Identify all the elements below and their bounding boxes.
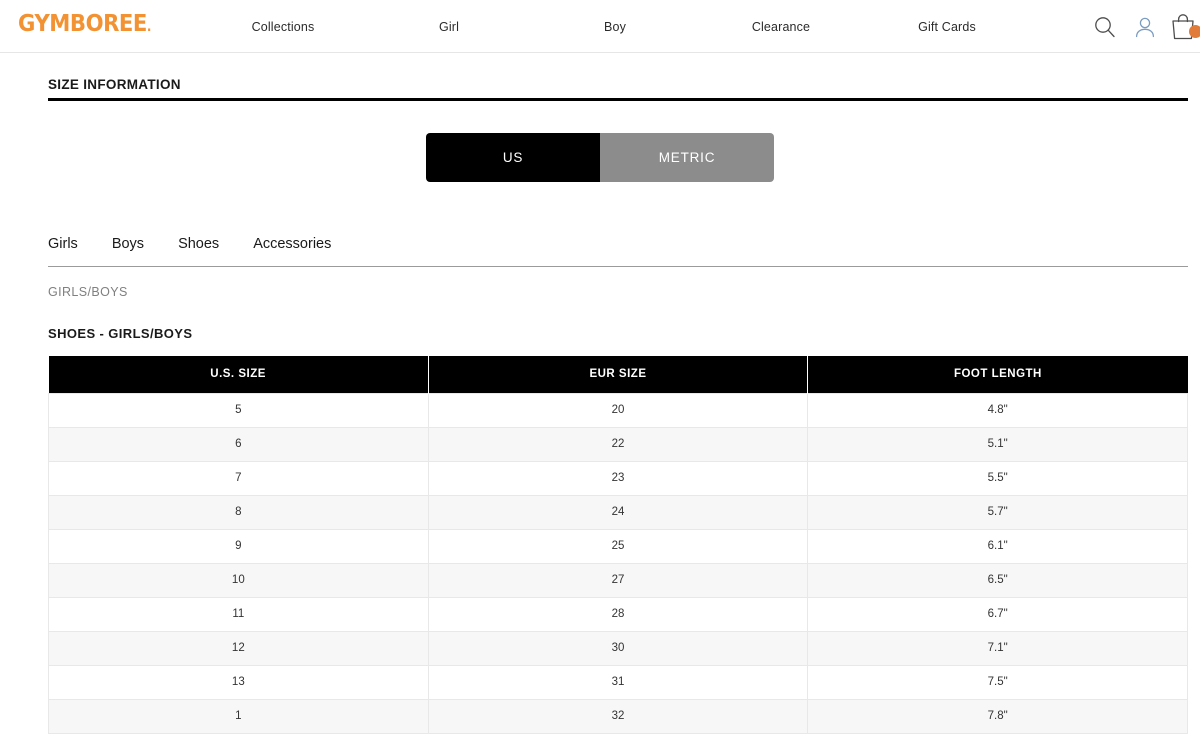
table-cell: 7.8" bbox=[807, 698, 1188, 734]
main-navigation: Collections Girl Boy Clearance Gift Card… bbox=[200, 0, 1030, 53]
search-icon[interactable] bbox=[1090, 12, 1120, 42]
table-cell: 13 bbox=[48, 664, 429, 700]
column-header-foot-length: FOOT LENGTH bbox=[807, 356, 1188, 393]
table-row: 8 24 5.7" bbox=[48, 494, 1188, 530]
size-chart-table-head: U.S. SIZE EUR SIZE FOOT LENGTH bbox=[48, 356, 1188, 393]
nav-item-collections[interactable]: Collections bbox=[200, 20, 366, 34]
size-chart-table-body: 5 20 4.8" 6 22 5.1" 7 23 5.5" 8 24 5.7" 9 25 6.1" 10 27 6… bbox=[48, 392, 1188, 734]
table-cell: 6.5" bbox=[807, 562, 1188, 598]
unit-toggle-us[interactable]: US bbox=[426, 133, 600, 182]
table-row: 11 28 6.7" bbox=[48, 596, 1188, 632]
shopping-bag-icon[interactable] bbox=[1170, 12, 1200, 42]
table-cell: 9 bbox=[48, 528, 429, 564]
table-cell: 20 bbox=[427, 392, 809, 428]
table-row: 5 20 4.8" bbox=[48, 392, 1188, 428]
category-tabs: Girls Boys Shoes Accessories bbox=[48, 236, 1188, 267]
section-title: SHOES - GIRLS/BOYS bbox=[48, 326, 193, 341]
page-content: SIZE INFORMATION US METRIC Girls Boys Sh… bbox=[0, 77, 1200, 748]
table-cell: 5.1" bbox=[807, 426, 1188, 462]
site-header: GYMBOREE. Collections Girl Boy Clearance… bbox=[0, 0, 1200, 53]
tab-accessories[interactable]: Accessories bbox=[253, 236, 331, 252]
column-header-us-size: U.S. SIZE bbox=[48, 356, 429, 393]
page-title-row: SIZE INFORMATION bbox=[48, 77, 1188, 101]
cart-count-badge bbox=[1189, 24, 1200, 38]
nav-item-boy[interactable]: Boy bbox=[532, 20, 698, 34]
page-title: SIZE INFORMATION bbox=[48, 77, 181, 92]
table-cell: 6 bbox=[48, 426, 429, 462]
table-cell: 31 bbox=[427, 664, 809, 700]
table-cell: 23 bbox=[427, 460, 809, 496]
tab-shoes[interactable]: Shoes bbox=[178, 236, 219, 252]
table-cell: 5 bbox=[48, 392, 429, 428]
table-row: 7 23 5.5" bbox=[48, 460, 1188, 496]
header-icon-group bbox=[1090, 0, 1200, 53]
unit-toggle-metric[interactable]: METRIC bbox=[600, 133, 774, 182]
account-icon[interactable] bbox=[1130, 12, 1160, 42]
table-row: 10 27 6.5" bbox=[48, 562, 1188, 598]
unit-toggle-container: US METRIC bbox=[48, 133, 1152, 182]
table-cell: 30 bbox=[427, 630, 809, 666]
nav-item-girl[interactable]: Girl bbox=[366, 20, 532, 34]
table-cell: 5.7" bbox=[807, 494, 1188, 530]
size-chart-table: U.S. SIZE EUR SIZE FOOT LENGTH 5 20 4.8" 6 2… bbox=[48, 356, 1188, 734]
table-cell: 4.8" bbox=[807, 392, 1188, 428]
table-cell: 11 bbox=[48, 596, 429, 632]
brand-logo[interactable]: GYMBOREE. bbox=[18, 11, 152, 37]
table-cell: 7 bbox=[48, 460, 429, 496]
table-cell: 10 bbox=[48, 562, 429, 598]
column-header-eur-size: EUR SIZE bbox=[428, 356, 809, 393]
table-cell: 24 bbox=[427, 494, 809, 530]
table-cell: 6.7" bbox=[807, 596, 1188, 632]
table-cell: 32 bbox=[427, 698, 809, 734]
nav-item-clearance[interactable]: Clearance bbox=[698, 20, 864, 34]
shopping-bag-graphic bbox=[1170, 12, 1200, 42]
brand-logo-registered-mark: . bbox=[146, 20, 152, 35]
table-cell: 1 bbox=[48, 698, 429, 734]
table-cell: 8 bbox=[48, 494, 429, 530]
table-cell: 5.5" bbox=[807, 460, 1188, 496]
table-cell: 7.1" bbox=[807, 630, 1188, 666]
brand-logo-text: GYMBOREE bbox=[18, 11, 147, 37]
table-cell: 7.5" bbox=[807, 664, 1188, 700]
tab-girls[interactable]: Girls bbox=[48, 236, 78, 252]
table-row: 6 22 5.1" bbox=[48, 426, 1188, 462]
table-cell: 12 bbox=[48, 630, 429, 666]
table-header-row: U.S. SIZE EUR SIZE FOOT LENGTH bbox=[48, 356, 1188, 393]
unit-toggle: US METRIC bbox=[426, 133, 774, 182]
table-cell: 25 bbox=[427, 528, 809, 564]
table-row: 12 30 7.1" bbox=[48, 630, 1188, 666]
table-cell: 22 bbox=[427, 426, 809, 462]
breadcrumb: GIRLS/BOYS bbox=[48, 285, 128, 299]
tab-boys[interactable]: Boys bbox=[112, 236, 144, 252]
table-cell: 28 bbox=[427, 596, 809, 632]
table-row: 1 32 7.8" bbox=[48, 698, 1188, 734]
table-row: 13 31 7.5" bbox=[48, 664, 1188, 700]
table-cell: 6.1" bbox=[807, 528, 1188, 564]
nav-item-gift-cards[interactable]: Gift Cards bbox=[864, 20, 1030, 34]
table-row: 9 25 6.1" bbox=[48, 528, 1188, 564]
table-cell: 27 bbox=[427, 562, 809, 598]
